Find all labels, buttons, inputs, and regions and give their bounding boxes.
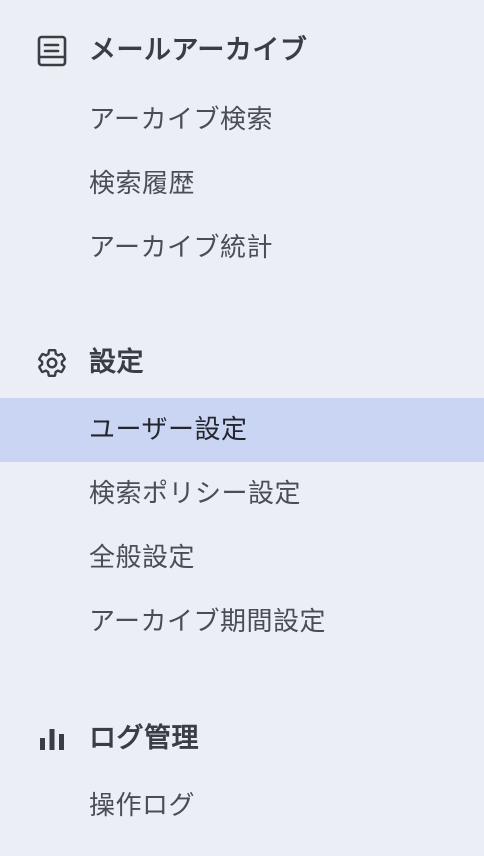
sidebar-item-label: 検索履歴: [89, 169, 196, 199]
sidebar-item-user-settings[interactable]: ユーザー設定: [0, 398, 484, 462]
bar-chart-icon: [36, 723, 68, 755]
sidebar-item-label: アーカイブ期間設定: [89, 607, 326, 637]
sidebar-item-archive-search[interactable]: アーカイブ検索: [0, 88, 484, 152]
sidebar-item-archive-stats[interactable]: アーカイブ統計: [0, 216, 484, 280]
sidebar-item-label: アーカイブ統計: [89, 233, 273, 263]
section-header-settings: 設定: [0, 338, 484, 388]
section-title: 設定: [89, 347, 144, 378]
sidebar-item-label: アーカイブ検索: [89, 105, 273, 135]
section-title: メールアーカイブ: [89, 35, 308, 66]
sidebar-item-label: 操作ログ: [89, 791, 196, 821]
sidebar-item-general-settings[interactable]: 全般設定: [0, 526, 484, 590]
sidebar-item-operation-log[interactable]: 操作ログ: [0, 774, 484, 838]
sidebar-item-label: 全般設定: [89, 543, 196, 573]
gear-icon: [36, 347, 68, 379]
section-title: ログ管理: [89, 723, 199, 754]
sidebar-nav: メールアーカイブ アーカイブ検索 検索履歴 アーカイブ統計 設定 ユーザー設定 …: [0, 0, 484, 856]
archive-list-icon: [36, 35, 68, 67]
sidebar-item-label: ユーザー設定: [89, 415, 248, 445]
section-header-log-management: ログ管理: [0, 714, 484, 764]
section-header-mail-archive: メールアーカイブ: [0, 26, 484, 76]
sidebar-item-label: 検索ポリシー設定: [89, 479, 302, 509]
sidebar-item-search-history[interactable]: 検索履歴: [0, 152, 484, 216]
sidebar-item-archive-period-settings[interactable]: アーカイブ期間設定: [0, 590, 484, 654]
sidebar-item-search-policy-settings[interactable]: 検索ポリシー設定: [0, 462, 484, 526]
